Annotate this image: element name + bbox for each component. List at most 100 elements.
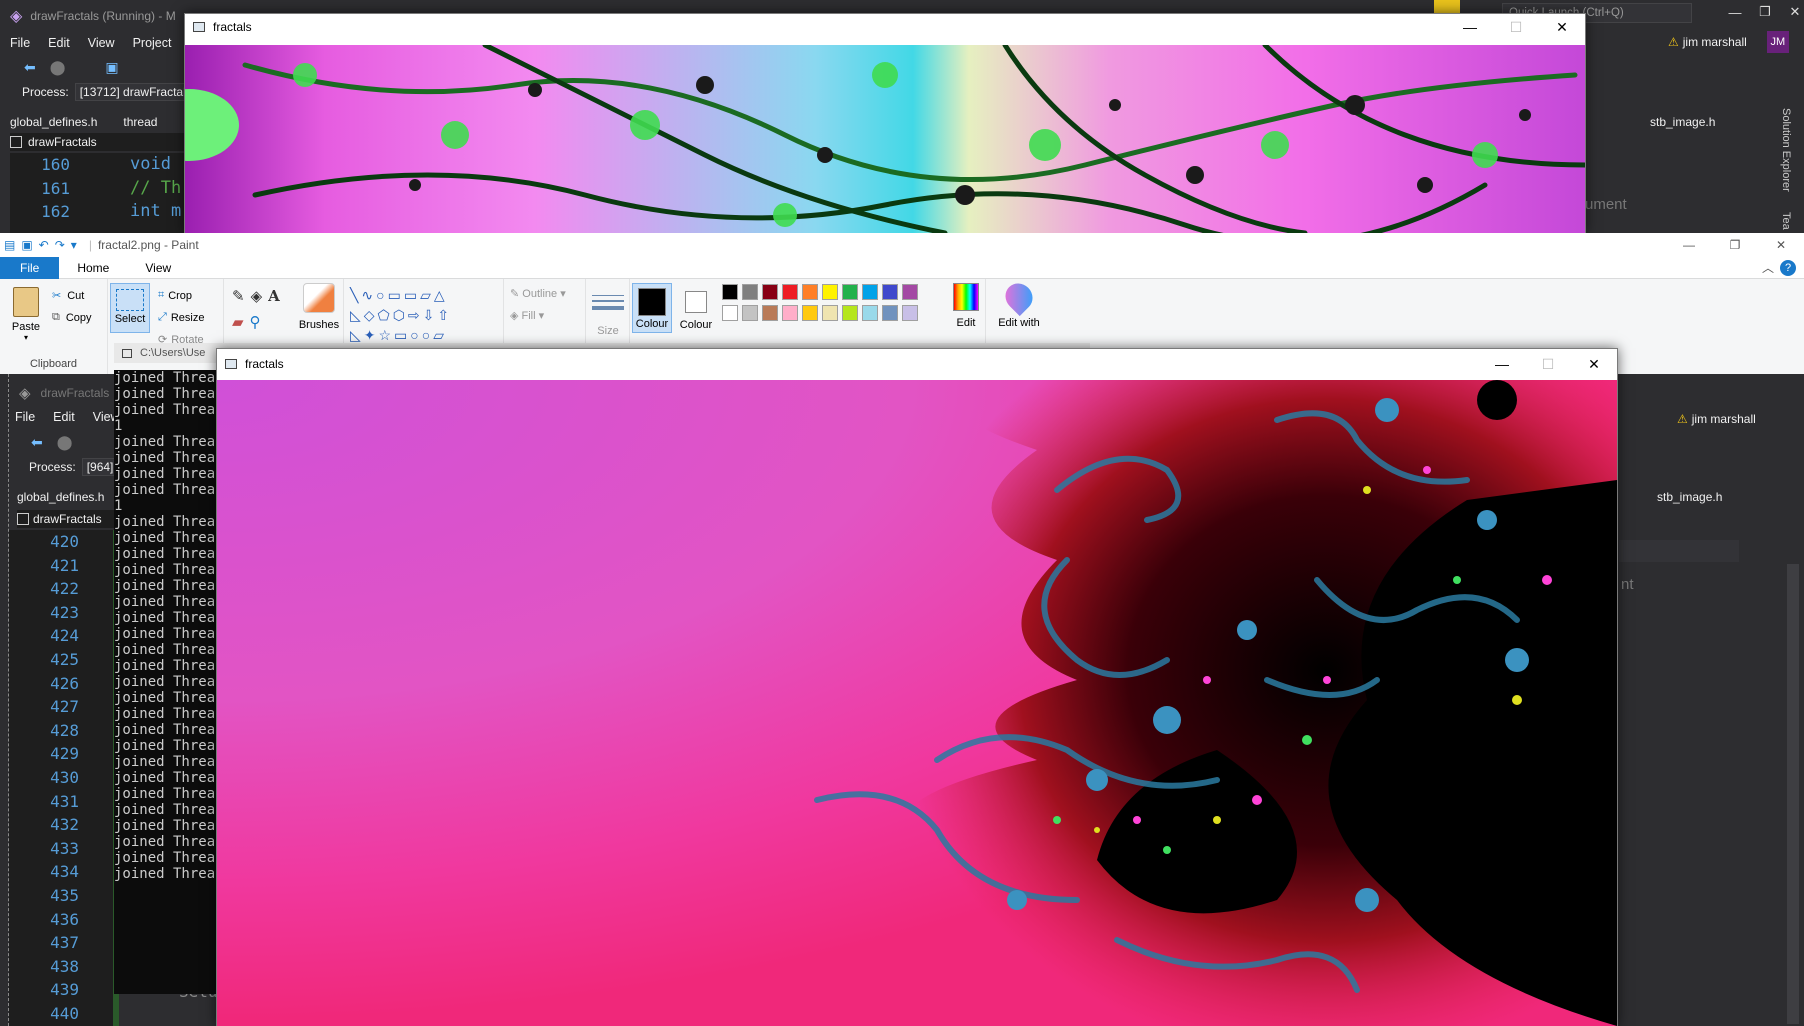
maximize-icon[interactable]: ❐ — [1750, 4, 1780, 20]
minimize-icon[interactable]: — — [1447, 19, 1493, 36]
solution-dropdown[interactable]: drawFractals — [33, 512, 102, 526]
solution-explorer-scrollbar[interactable] — [1787, 564, 1799, 1024]
menu-view[interactable]: View — [88, 36, 115, 50]
minimize-icon[interactable]: — — [1666, 238, 1712, 252]
process-dropdown[interactable]: [13712] drawFractals — [74, 83, 197, 101]
select-button[interactable]: Select — [110, 283, 150, 333]
tab-stb-image[interactable]: stb_image.h — [1650, 115, 1715, 129]
maximize-icon[interactable]: ❐ — [1712, 238, 1758, 252]
close-icon[interactable]: ✕ — [1539, 19, 1585, 36]
palette-swatch[interactable] — [782, 284, 798, 300]
tab-stb-image[interactable]: stb_image.h — [1657, 490, 1722, 504]
solution-dropdown[interactable]: drawFractals — [28, 135, 97, 149]
menu-file[interactable]: File — [10, 36, 30, 50]
tab-thread[interactable]: thread — [123, 115, 157, 129]
crop-button[interactable]: ⌗ Crop — [158, 289, 192, 302]
forward-icon[interactable]: ⬤ — [50, 59, 66, 76]
console-output[interactable]: joined Thread joined Thread joined Thread 1… — [114, 370, 224, 882]
code-line[interactable]: // Th — [130, 177, 181, 201]
back-icon[interactable]: ⬅ — [24, 59, 36, 76]
collapse-ribbon-icon[interactable]: ︿ — [1756, 257, 1780, 279]
palette-swatch[interactable] — [802, 305, 818, 321]
paste-button[interactable]: Paste ▾ — [8, 287, 44, 342]
search-box[interactable] — [1619, 540, 1739, 562]
back-icon[interactable]: ⬅ — [31, 434, 43, 451]
palette-swatch[interactable] — [902, 305, 918, 321]
palette-swatch[interactable] — [842, 284, 858, 300]
copy-button[interactable]: ⧉ Copy — [52, 311, 92, 324]
palette-swatch[interactable] — [822, 305, 838, 321]
close-icon[interactable]: ✕ — [1571, 356, 1617, 373]
palette-swatch[interactable] — [782, 305, 798, 321]
code-line[interactable]: void — [130, 153, 181, 177]
size-button[interactable]: Size — [592, 287, 624, 337]
notification-flag-icon[interactable] — [1434, 0, 1460, 14]
menu-file[interactable]: File — [15, 410, 35, 424]
tab-view[interactable]: View — [127, 257, 189, 279]
user-avatar[interactable]: JM — [1766, 31, 1789, 53]
palette-swatch[interactable] — [862, 284, 878, 300]
palette-row — [720, 304, 946, 325]
colour2-button[interactable]: Colour — [676, 283, 716, 331]
palette-swatch[interactable] — [882, 305, 898, 321]
console-line: joined Thread — [114, 786, 224, 802]
fill-dropdown[interactable]: ◈ Fill ▾ — [510, 309, 544, 322]
menu-edit[interactable]: Edit — [53, 410, 75, 424]
line-number: 161 — [41, 178, 70, 198]
resize-icon: ⤢ — [158, 311, 167, 323]
tab-file[interactable]: File — [0, 256, 60, 279]
close-icon[interactable]: ✕ — [1758, 238, 1804, 252]
palette-swatch[interactable] — [822, 284, 838, 300]
rainbow-icon — [953, 283, 979, 311]
team-explorer-tab[interactable]: Tea — [1780, 212, 1792, 230]
shapes-gallery[interactable]: ╲∿○▭▭▱△ ◺◇⬠⬡⇨⇩⇧ ◺✦☆▭○○▱ — [350, 285, 452, 345]
palette-swatch[interactable] — [842, 305, 858, 321]
tab-home[interactable]: Home — [59, 257, 127, 279]
cut-button[interactable]: ✂ Cut — [52, 289, 84, 303]
help-icon[interactable]: ? — [1780, 259, 1796, 276]
fractal-canvas-main[interactable] — [217, 380, 1617, 1026]
fractal-canvas-top[interactable] — [185, 45, 1585, 233]
console-line: joined Thread — [114, 850, 224, 866]
tools-icons-row2[interactable]: ▰⚲ — [232, 313, 267, 331]
palette-swatch[interactable] — [742, 284, 758, 300]
tab-global-defines[interactable]: global_defines.h — [10, 115, 97, 129]
palette-swatch[interactable] — [722, 284, 738, 300]
outline-dropdown[interactable]: ✎ Outline ▾ — [510, 287, 566, 300]
menu-edit[interactable]: Edit — [48, 36, 70, 50]
menu-project[interactable]: Project — [133, 36, 172, 50]
tab-global-defines[interactable]: global_defines.h — [17, 490, 104, 504]
palette-swatch[interactable] — [802, 284, 818, 300]
maximize-icon[interactable]: ☐ — [1493, 19, 1539, 36]
fractal-window-main: fractals — ☐ ✕ — [216, 348, 1618, 1026]
code-line[interactable]: int m — [130, 200, 181, 224]
palette-swatch[interactable] — [722, 305, 738, 321]
resize-button[interactable]: ⤢ Resize — [158, 311, 204, 324]
edit-with-button[interactable]: Edit with — [990, 277, 1048, 329]
brushes-button[interactable]: Brushes — [298, 283, 340, 331]
user-name[interactable]: jim marshall — [1683, 35, 1747, 49]
process-dropdown[interactable]: [964] — [81, 458, 119, 476]
palette-swatch[interactable] — [742, 305, 758, 321]
forward-icon[interactable]: ⬤ — [57, 434, 73, 451]
paint-titlebar: ▤▣↶↷▾ | fractal2.png - Paint — ❐ ✕ — [0, 233, 1804, 257]
colour1-button[interactable]: Colour — [632, 283, 672, 333]
paint-quick-access-icons[interactable]: ▤▣↶↷▾ — [4, 238, 83, 252]
close-icon[interactable]: ✕ — [1780, 4, 1804, 20]
console-line: joined Thread — [114, 690, 224, 706]
maximize-icon[interactable]: ☐ — [1525, 356, 1571, 373]
minimize-icon[interactable]: — — [1720, 5, 1750, 20]
tools-icons[interactable]: ✎◈A — [232, 287, 286, 305]
minimize-icon[interactable]: — — [1479, 356, 1525, 373]
edit-colours-button[interactable]: Edit — [948, 283, 984, 329]
palette-swatch[interactable] — [902, 284, 918, 300]
palette-swatch[interactable] — [862, 305, 878, 321]
palette-swatch[interactable] — [762, 305, 778, 321]
palette-swatch[interactable] — [762, 284, 778, 300]
colour1-swatch — [638, 288, 666, 316]
solution-explorer-tab[interactable]: Solution Explorer — [1780, 108, 1792, 192]
code-area-bottom: 420 421 422 423 424 425 426 427 428 429 430 431 432 4… — [9, 530, 119, 1026]
save-icon[interactable]: ▣ — [105, 59, 118, 76]
user-name[interactable]: jim marshall — [1692, 412, 1756, 426]
palette-swatch[interactable] — [882, 284, 898, 300]
